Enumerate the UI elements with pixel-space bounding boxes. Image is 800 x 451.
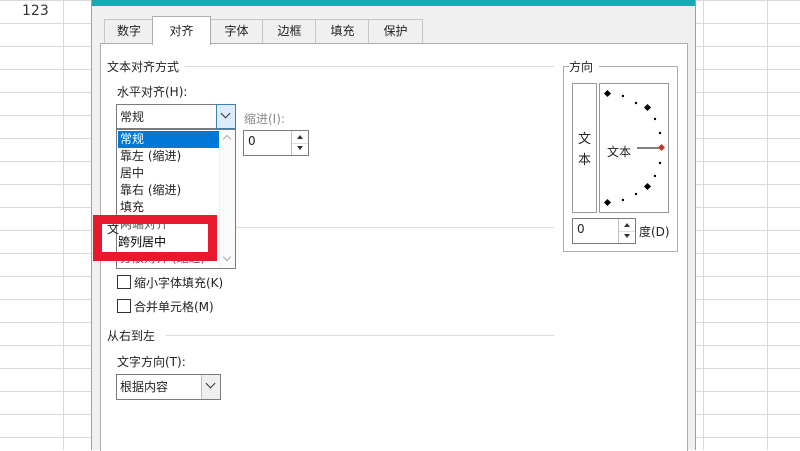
tab-fill[interactable]: 填充 (315, 19, 370, 43)
dialog-title-bar (92, 0, 695, 6)
vertical-text-char: 文 (578, 132, 592, 147)
tab-protection[interactable]: 保护 (368, 19, 423, 43)
horizontal-align-label: 水平对齐(H): (117, 85, 188, 99)
indent-spinner[interactable]: 0 (243, 130, 309, 156)
orientation-dial[interactable]: 文本 (599, 83, 669, 213)
text-direction-label: 文字方向(T): (117, 355, 186, 369)
tab-alignment[interactable]: 对齐 (152, 16, 211, 45)
tab-number[interactable]: 数字 (104, 19, 154, 43)
spin-down-icon[interactable] (619, 231, 635, 243)
degrees-label: 度(D) (639, 225, 670, 239)
dial-text: 文本 (607, 145, 632, 159)
indent-value: 0 (248, 134, 256, 148)
vertical-text-char: 本 (578, 153, 592, 168)
dropdown-option[interactable]: 常规 (118, 131, 220, 148)
scroll-down-icon[interactable] (222, 252, 232, 262)
divider (180, 66, 554, 67)
dropdown-option[interactable]: 填充 (118, 199, 220, 216)
cell-value[interactable]: 123 (22, 3, 49, 19)
indent-label: 缩进(I): (244, 112, 285, 126)
tab-border[interactable]: 边框 (262, 19, 317, 43)
text-direction-select[interactable]: 根据内容 (116, 374, 221, 400)
text-direction-value: 根据内容 (120, 380, 169, 394)
tab-font[interactable]: 字体 (209, 19, 264, 43)
dropdown-scrollbar[interactable] (219, 130, 235, 268)
spin-down-icon[interactable] (292, 143, 308, 155)
rtl-group-label: 从右到左 (107, 327, 162, 344)
degrees-value: 0 (577, 222, 585, 236)
divider (166, 335, 554, 336)
shrink-to-fit-checkbox[interactable] (117, 275, 131, 289)
merge-cells-checkbox[interactable] (117, 299, 131, 313)
horizontal-align-value: 常规 (120, 110, 145, 124)
chevron-down-icon[interactable] (216, 104, 236, 129)
orientation-group-label: 方向 (569, 58, 600, 75)
horizontal-align-select[interactable]: 常规 (116, 104, 236, 129)
dropdown-option[interactable]: 居中 (118, 165, 220, 182)
chevron-down-icon[interactable] (201, 375, 220, 399)
center-across-option[interactable]: 跨列居中 (118, 233, 166, 250)
merge-cells-label[interactable]: 合并单元格(M) (134, 298, 214, 315)
shrink-to-fit-label[interactable]: 缩小字体填充(K) (134, 274, 223, 291)
scroll-up-icon[interactable] (222, 134, 232, 144)
text-alignment-group-label: 文本对齐方式 (107, 58, 186, 75)
dropdown-option[interactable]: 靠右 (缩进) (118, 182, 220, 199)
degrees-spinner[interactable]: 0 (572, 218, 636, 244)
divider (235, 227, 554, 228)
dropdown-option[interactable]: 靠左 (缩进) (118, 148, 220, 165)
vertical-text-button[interactable]: 文 本 (572, 83, 597, 213)
